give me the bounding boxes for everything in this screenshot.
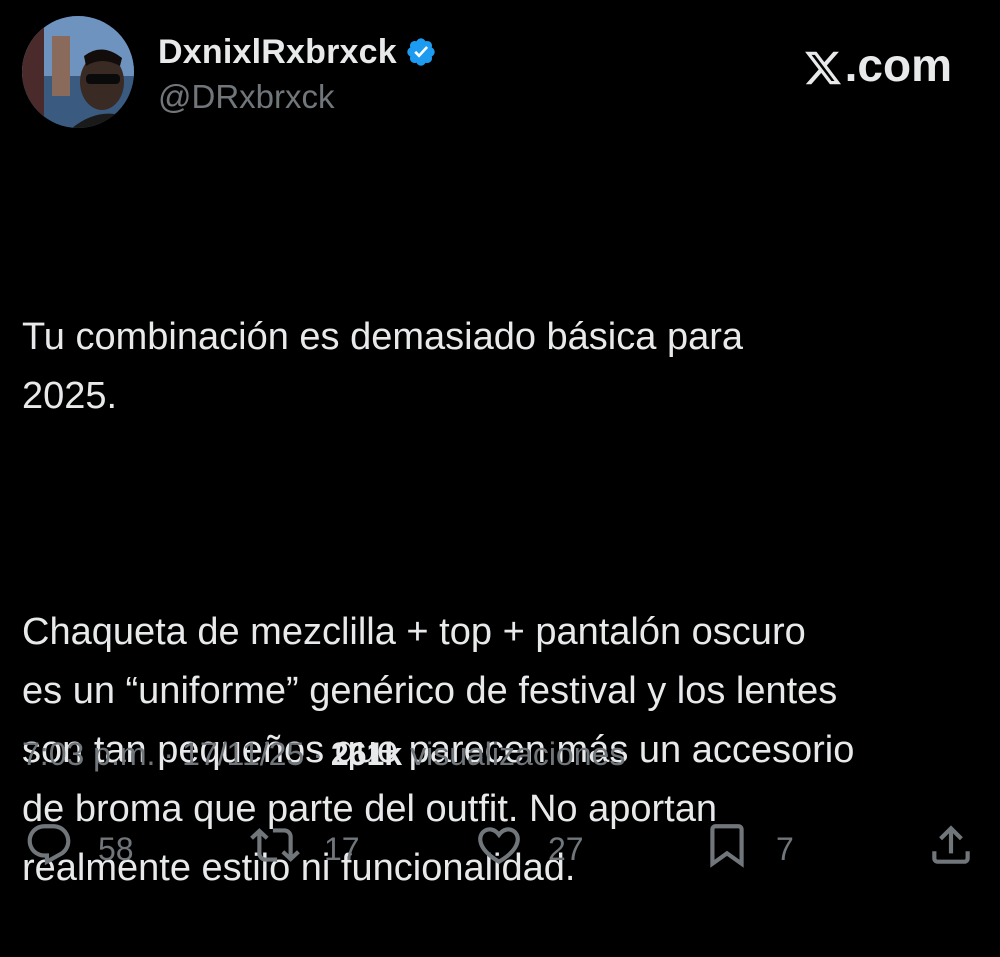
site-brand: .com	[803, 38, 952, 92]
repost-count: 17	[324, 830, 360, 867]
repost-button[interactable]: 17	[250, 820, 360, 878]
tweet-actions: 58 17 27 7	[0, 810, 1000, 880]
meta-separator: ·	[163, 736, 175, 772]
tweet-header: DxnixlRxbrxck @DRxbrxck .com	[22, 16, 962, 132]
x-logo-icon	[803, 45, 843, 85]
avatar[interactable]	[22, 16, 134, 128]
verified-badge-icon	[405, 36, 437, 68]
reply-icon	[24, 820, 74, 878]
like-count: 27	[548, 830, 584, 867]
bookmark-count: 7	[776, 830, 794, 867]
share-button[interactable]	[926, 820, 976, 878]
reply-button[interactable]: 58	[24, 820, 134, 878]
display-name[interactable]: DxnixlRxbrxck	[158, 33, 397, 72]
like-button[interactable]: 27	[474, 820, 584, 878]
tweet-time[interactable]: 7:03 p.m.	[22, 736, 155, 773]
author-handle[interactable]: @DRxbrxck	[158, 78, 437, 116]
display-name-row[interactable]: DxnixlRxbrxck	[158, 30, 437, 74]
repost-icon	[250, 820, 300, 878]
share-icon	[926, 820, 976, 878]
author-names: DxnixlRxbrxck @DRxbrxck	[158, 30, 437, 116]
views-count[interactable]: 261k	[331, 736, 402, 773]
bookmark-icon	[702, 820, 752, 878]
tweet-meta: 7:03 p.m. · 17/11/25 · 261k visualizacio…	[22, 736, 625, 773]
bookmark-button[interactable]: 7	[702, 820, 794, 878]
site-brand-label: .com	[844, 39, 952, 91]
heart-icon	[474, 820, 524, 878]
tweet-paragraph: Tu combinación es demasiado básica para …	[22, 316, 743, 417]
reply-count: 58	[98, 830, 134, 867]
views-label: visualizaciones	[410, 736, 626, 772]
tweet-date[interactable]: 17/11/25	[182, 736, 304, 773]
meta-separator: ·	[312, 736, 323, 772]
avatar-photo	[22, 16, 134, 128]
